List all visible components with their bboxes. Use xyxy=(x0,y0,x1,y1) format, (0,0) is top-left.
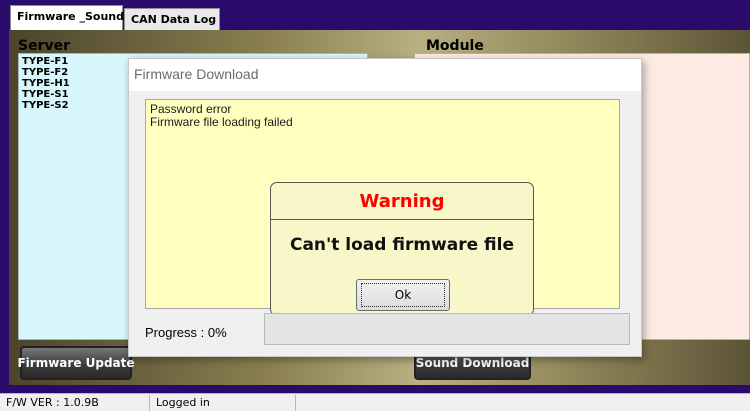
progress-bar xyxy=(264,313,630,345)
ok-button[interactable]: Ok xyxy=(356,279,450,311)
firmware-version: F/W VER : 1.0.9B xyxy=(0,395,150,411)
tab-firmware-sound[interactable]: Firmware _Sound xyxy=(10,5,124,30)
login-status: Logged in xyxy=(150,395,296,411)
ok-button-label: Ok xyxy=(361,283,445,307)
log-line: Firmware file loading failed xyxy=(150,115,293,129)
module-header: Module xyxy=(426,38,484,54)
tab-can-data-log[interactable]: CAN Data Log xyxy=(124,8,220,30)
dialog-body: Password error Firmware file loading fai… xyxy=(129,91,641,356)
warning-box: Warning Can't load firmware file Ok xyxy=(270,182,534,316)
firmware-update-button[interactable]: Firmware Update xyxy=(17,346,135,380)
dialog-title: Firmware Download xyxy=(134,66,259,82)
warning-message: Can't load firmware file xyxy=(289,235,515,255)
tab-bar: Firmware _Sound CAN Data Log xyxy=(0,0,750,30)
server-header: Server xyxy=(18,38,71,54)
status-bar: F/W VER : 1.0.9B Logged in xyxy=(0,393,750,411)
progress-label: Progress : 0% xyxy=(145,325,227,340)
warning-title: Warning xyxy=(271,183,533,220)
log-box: Password error Firmware file loading fai… xyxy=(145,99,620,316)
firmware-download-dialog: Firmware Download Password error Firmwar… xyxy=(128,58,642,357)
